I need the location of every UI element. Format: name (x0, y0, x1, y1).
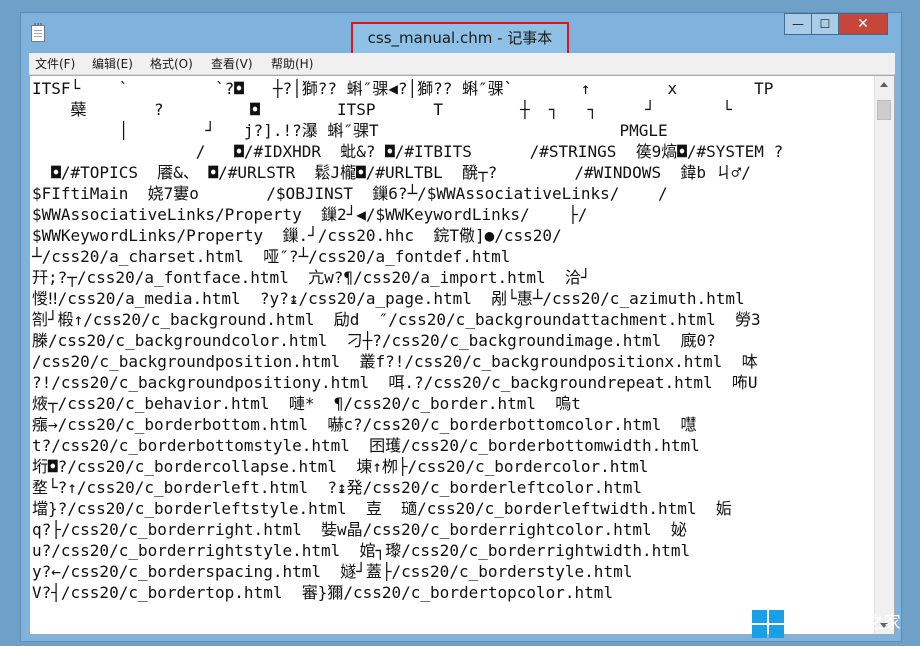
scroll-thumb[interactable] (877, 100, 891, 120)
menu-help[interactable]: 帮助(H) (271, 53, 313, 75)
menu-bar: 文件(F) 编辑(E) 格式(O) 查看(V) 帮助(H) (29, 53, 895, 75)
text-content[interactable]: ITSF└ ` `?◘ ┼?│獅?? 蝌″骒◀?│獅?? 蝌″骒` ↑ x TP… (30, 76, 873, 634)
text-line: 榺/css20/c_backgroundcolor.html 刁┼?/css20… (32, 331, 716, 350)
text-line: $WWKeywordLinks/Property 鏁.┘/css20.hhc 鋎… (32, 226, 562, 245)
text-line: 焲┬/css20/c_behavior.html 嗹* ¶/css20/c_bo… (32, 394, 581, 413)
text-line: 瘬→/css20/c_borderbottom.html 嚇c?/css20/c… (32, 415, 697, 434)
text-line: / ◘/#IDXHDR 蚍&? ◘/#ITBITS /#STRINGS 篌9熇◘… (32, 142, 784, 161)
text-line: 惾‼/css20/a_media.html ?y?↨/css20/a_page.… (32, 289, 745, 308)
windows-logo-icon (752, 610, 784, 638)
title-highlight-box: css_manual.chm - 记事本 (351, 22, 569, 55)
scroll-up-icon[interactable] (880, 82, 888, 87)
maximize-button[interactable]: ☐ (811, 13, 839, 35)
text-line: $FIftiMain 娆7寠o /$OBJINST 鏁6?┴/$WWAssoci… (32, 184, 668, 203)
text-editor[interactable]: ITSF└ ` `?◘ ┼?│獅?? 蝌″骒◀?│獅?? 蝌″骒` ↑ x TP… (29, 75, 895, 635)
text-line: y?←/css20/c_borderspacing.html 嬘┘蓋├/css2… (32, 562, 633, 581)
text-line: 垳◘?/css20/c_bordercollapse.html 埬↑栁├/css… (32, 457, 649, 476)
text-line: V?┤/css20/c_bordertop.html 審}獮/css20/c_b… (32, 583, 614, 602)
text-line: ┴/css20/a_charset.html 哑″?┴/css20/a_font… (32, 247, 511, 266)
notepad-icon[interactable] (31, 23, 45, 42)
text-line: ITSF└ ` `?◘ ┼?│獅?? 蝌″骒◀?│獅?? 蝌″骒` ↑ x TP (32, 79, 774, 98)
text-line: 幵;?┬/css20/a_fontface.html 亢w?¶/css20/a_… (32, 268, 591, 287)
minimize-button[interactable]: — (784, 13, 812, 35)
menu-edit[interactable]: 编辑(E) (92, 53, 133, 75)
text-line: ?!/css20/c_backgroundpositiony.html 咡.?/… (32, 373, 758, 392)
title-bar[interactable]: css_manual.chm - 记事本 — ☐ ✕ (21, 13, 901, 55)
text-line: 壋}?/css20/c_borderleftstyle.html 壴 瓋/css… (32, 499, 732, 518)
site-watermark: Win8系统之家 (752, 608, 912, 638)
menu-view[interactable]: 查看(V) (211, 53, 253, 75)
text-line: /css20/c_backgroundposition.html 叢f?!/cs… (32, 352, 758, 371)
text-line: $WWAssociativeLinks/Property 鏁2┘◀/$WWKey… (32, 205, 588, 224)
menu-file[interactable]: 文件(F) (35, 53, 75, 75)
window-title: css_manual.chm - 记事本 (367, 29, 553, 47)
close-button[interactable]: ✕ (838, 13, 888, 35)
text-line: 堥└?↑/css20/c_borderleft.html ?↨発/css20/c… (32, 478, 642, 497)
watermark-text: Win8系统之家 (790, 613, 901, 633)
text-line: 劄┘椴↑/css20/c_background.html 劶d ″/css20/… (32, 310, 761, 329)
text-line: │ ┘ j?].!?瀑 蝌″骒T PMGLE (32, 121, 668, 140)
menu-format[interactable]: 格式(O) (150, 53, 193, 75)
text-line: q?├/css20/c_borderright.html 娤w晶/css20/c… (32, 520, 687, 539)
text-line: ◘/#TOPICS 餍&、 ◘/#URLSTR 鬆J櫳◘/#URLTBL 醗┬?… (32, 163, 751, 182)
text-line: 蘗 ? ◘ ITSP T ┼ ┐ ┐ ┘ └ (32, 100, 732, 119)
text-line: t?/css20/c_borderbottomstyle.html 囨瓁/css… (32, 436, 700, 455)
notepad-window: css_manual.chm - 记事本 — ☐ ✕ 文件(F) 编辑(E) 格… (20, 12, 902, 642)
text-line: u?/css20/c_borderrightstyle.html 婠┐瓈/css… (32, 541, 691, 560)
vertical-scrollbar[interactable] (874, 76, 894, 634)
